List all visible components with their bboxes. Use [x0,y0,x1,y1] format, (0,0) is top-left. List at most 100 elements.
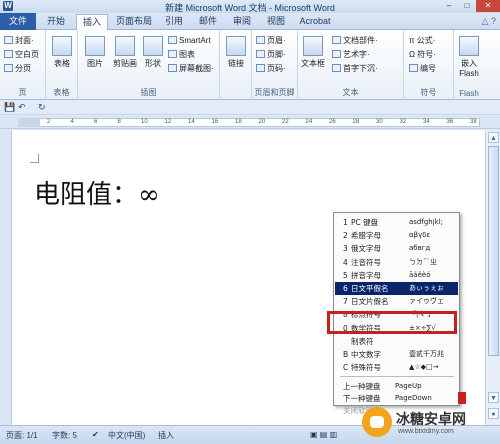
picture-icon [85,36,105,56]
keyboard-option-preview: āáěèó [409,270,431,279]
ruler-tick: 20 [258,119,266,125]
header-button[interactable]: 页眉· [256,35,286,46]
symbol-button[interactable]: Ω 符号· [409,49,436,60]
scroll-up-icon[interactable]: ▲ [488,132,499,143]
document-text[interactable]: 电阻值：∞ [34,174,160,211]
equation-button[interactable]: π 公式· [409,35,435,46]
watermark-url: www.btxtdmy.com [398,428,454,435]
keyboard-option[interactable]: 5 拼音字母 āáěèó [335,269,458,282]
footer-button[interactable]: 页脚· [256,49,286,60]
quick-parts-button[interactable]: 文档部件· [332,35,378,46]
maximize-button[interactable]: □ [458,0,476,12]
screenshot-icon [168,64,177,72]
wordart-icon [332,50,341,58]
keyboard-option[interactable]: 1 PC 键盘 asdfghjkl; [335,216,458,229]
table-icon [52,36,72,56]
table-button[interactable]: 表格 [47,36,77,69]
page-number-button[interactable]: 页码· [256,63,286,74]
keyboard-option-name: 俄文字母 [351,244,381,254]
keyboard-option-preview: 壹贰千万兆 [409,350,444,358]
keyboard-option-name: 特殊符号 [351,363,381,373]
cover-page-icon [4,36,13,44]
ruler-tick: 34 [423,119,430,125]
keyboard-option-number: 6 [343,284,348,293]
numbering-button[interactable]: 编号 [409,63,436,74]
smartart-icon [168,36,177,44]
save-icon[interactable]: 💾 [4,102,15,113]
keyboard-option-preview: ァイゥヴェ [409,297,444,306]
menu-separator [340,376,454,378]
picture-button[interactable]: 图片 [80,36,110,69]
vertical-scrollbar[interactable]: ▲ ▼ ● [485,130,500,425]
scroll-down-icon[interactable]: ▼ [488,392,499,403]
close-button[interactable]: ✕ [476,0,500,12]
ruler-tick: 12 [164,119,172,125]
page-count[interactable]: 页面: 1/1 [6,430,38,441]
smartart-button[interactable]: SmartArt [168,35,211,46]
embed-flash-button[interactable]: 嵌入Flash [454,36,484,78]
wordart-button[interactable]: 艺术字· [332,49,370,60]
page-break-button[interactable]: 分页 [4,63,31,74]
tab-file[interactable]: 文件 [0,13,36,30]
blank-page-button[interactable]: 空白页 [4,49,39,60]
insert-mode[interactable]: 插入 [158,430,174,441]
language-indicator[interactable]: 中文(中国) [108,430,145,441]
tab-references[interactable]: 引用 [160,14,188,30]
keyboard-option-preview: αβγδε [409,231,431,240]
keyboard-option-name: 拼音字母 [351,270,381,280]
links-button[interactable]: 链接 [221,36,251,69]
shapes-button[interactable]: 形状 [138,36,168,69]
ruler-tick: 14 [188,119,195,125]
tab-view[interactable]: 视图 [262,14,290,30]
flash-icon [459,36,479,56]
textbox-button[interactable]: 文本框 [298,36,328,69]
tab-home[interactable]: 开始 [40,14,72,30]
tab-mailings[interactable]: 邮件 [194,14,222,30]
ruler-tick: 26 [329,119,336,125]
spellcheck-icon[interactable]: ✔ [92,430,99,439]
keyboard-option-name: 希腊字母 [351,231,381,241]
keyboard-option-name: PC 键盘 [351,218,379,227]
footer-icon [256,50,265,58]
quick-parts-icon [332,36,341,44]
undo-icon[interactable]: ↶ [18,102,26,113]
group-table: 表格 表格 [46,30,78,100]
group-text: 文本框 文档部件· 艺术字· 首字下沉· 文本 [298,30,404,100]
keyboard-option[interactable]: 6 日文平假名 あぃぅぇぉ [335,282,458,295]
keyboard-option[interactable]: C 特殊符号 ▲☆◆□→ [335,361,458,374]
clipart-button[interactable]: 剪贴画 [110,36,140,69]
keyboard-option[interactable]: 制表符 [335,335,458,348]
keyboard-option[interactable]: 2 希腊字母 αβγδε [335,229,458,242]
ruler-tick: 2 [47,119,51,125]
group-links: 链接 [220,30,252,100]
redo-icon[interactable]: ↻ [38,102,46,113]
ruler-tick: 24 [305,119,313,125]
keyboard-option-number: 1 [343,218,348,227]
keyboard-option[interactable]: 3 俄文字母 абвгд [335,242,458,255]
tab-acrobat[interactable]: Acrobat [296,14,334,30]
keyboard-option-number: 5 [343,270,348,280]
keyboard-option-number: 4 [343,257,348,267]
help-icons[interactable]: △ ? [482,16,496,27]
minimize-button[interactable]: – [440,0,458,12]
group-label-pages: 页 [18,88,27,97]
view-buttons[interactable]: ▣ ▤ ▥ [310,430,337,439]
screenshot-button[interactable]: 屏幕截图· [168,63,214,74]
cover-page-button[interactable]: 封面· [4,35,34,46]
vertical-ruler[interactable] [0,130,12,425]
globe-icon [226,36,246,56]
chart-button[interactable]: 图表 [168,49,195,60]
ruler-tick: 6 [94,119,98,125]
keyboard-option-name: 注音符号 [351,257,381,267]
word-count[interactable]: 字数: 5 [52,430,77,441]
scroll-thumb[interactable] [488,146,499,356]
tab-review[interactable]: 审阅 [228,14,256,30]
ruler-left-margin [18,118,40,127]
tab-insert[interactable]: 插入 [76,14,108,31]
horizontal-ruler[interactable]: 2 4 6 8 10 12 14 16 18 20 22 24 26 28 30 32 34 36 38 [0,116,500,129]
keyboard-option[interactable]: B 中文数字 壹贰千万兆 [335,348,458,361]
drop-cap-button[interactable]: 首字下沉· [332,63,378,74]
keyboard-option[interactable]: 4 注音符号 ㄅㄉˇˋㄓ [335,256,458,269]
tab-page-layout[interactable]: 页面布局 [112,14,156,30]
keyboard-option[interactable]: 7 日文片假名 ァイゥヴェ [335,295,458,308]
